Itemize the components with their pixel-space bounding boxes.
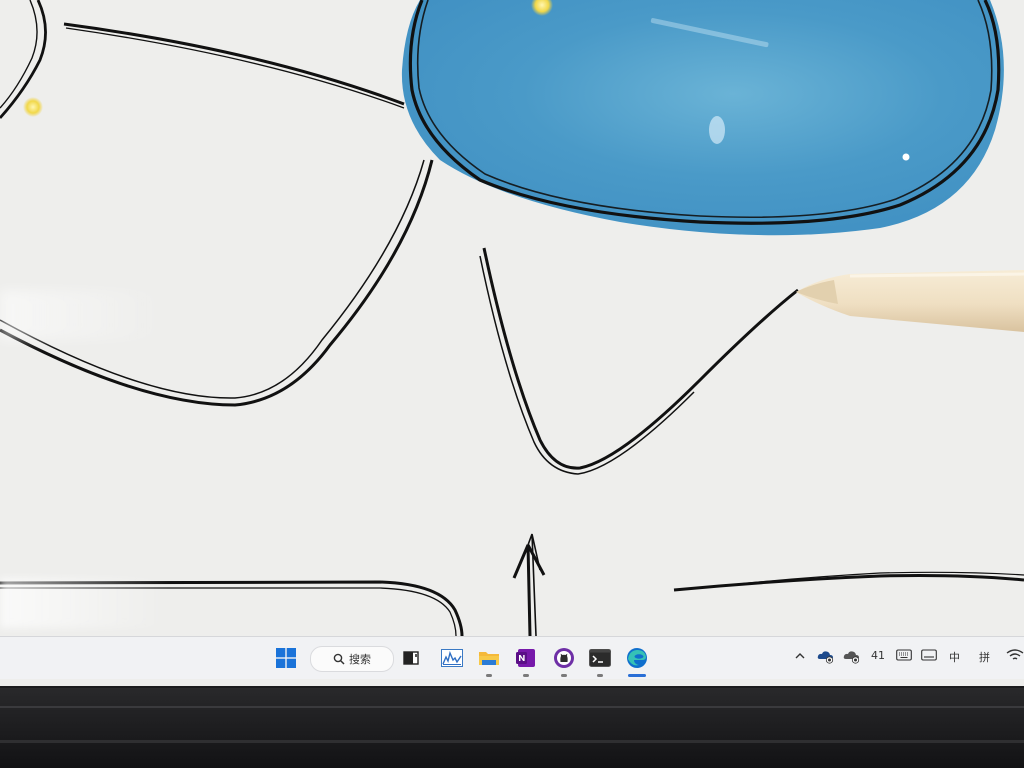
ink-stroke [699, 571, 1024, 589]
tray-count: 41 [871, 649, 885, 662]
ink-arrow [523, 533, 541, 636]
task-view-button[interactable] [397, 643, 427, 673]
edge-button[interactable] [622, 643, 652, 677]
stylus-pen [796, 270, 1024, 332]
start-button[interactable] [271, 643, 301, 673]
device-edge [0, 706, 1024, 708]
light-reflection [902, 153, 910, 161]
terminal-button[interactable] [585, 643, 615, 677]
running-indicator [523, 674, 529, 677]
device-bezel [0, 688, 1024, 768]
search-icon [333, 653, 345, 665]
ink-stroke [65, 27, 405, 109]
search-label: 搜索 [349, 653, 371, 666]
onedrive-icon[interactable] [817, 648, 835, 664]
active-indicator [628, 674, 646, 677]
ink-stroke [0, 0, 38, 109]
ime-mode-indicator[interactable]: 中 [949, 649, 960, 665]
ink-stroke [673, 574, 1024, 592]
windows-logo-icon [276, 648, 296, 668]
folder-icon [479, 652, 499, 665]
keyboard-icon[interactable] [896, 649, 912, 661]
onenote-button[interactable] [511, 643, 541, 677]
running-indicator [561, 674, 567, 677]
screen-glare [0, 290, 170, 340]
edge-icon [627, 648, 647, 668]
github-icon [554, 648, 574, 668]
terminal-icon [589, 649, 611, 667]
device-edge [0, 740, 1024, 743]
ink-stroke [0, 159, 434, 407]
light-reflection [709, 116, 725, 144]
ink-arrow [512, 544, 546, 636]
ime-input-indicator[interactable]: 拼 [979, 649, 990, 665]
taskbar-search[interactable]: 搜索 [310, 646, 394, 672]
onenote-icon [516, 649, 535, 667]
performance-chart-icon [441, 649, 463, 667]
github-desktop-button[interactable] [549, 643, 579, 677]
performance-app-button[interactable] [437, 643, 467, 673]
touchpad-icon[interactable] [921, 649, 937, 661]
file-explorer-button[interactable] [474, 643, 504, 677]
screen-glare [0, 578, 170, 628]
cloud-status-icon[interactable] [843, 648, 861, 664]
running-indicator [597, 674, 603, 677]
wifi-icon[interactable] [1006, 648, 1024, 662]
task-view-icon [403, 651, 419, 665]
chevron-up-icon[interactable] [794, 651, 806, 661]
light-reflection [23, 97, 43, 117]
running-indicator [486, 674, 492, 677]
screen: 搜索 41 中 拼 [0, 0, 1024, 686]
taskbar: 搜索 41 中 拼 [0, 636, 1024, 679]
